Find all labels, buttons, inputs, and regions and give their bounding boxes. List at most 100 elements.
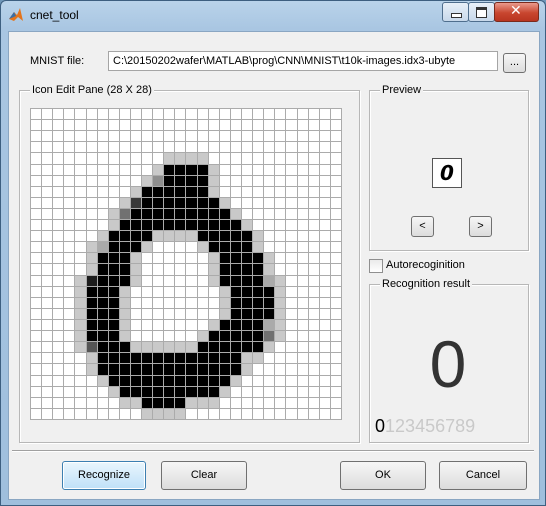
pixel-cell[interactable] <box>97 220 108 231</box>
pixel-cell[interactable] <box>86 308 97 320</box>
pixel-cell[interactable] <box>142 197 153 208</box>
pixel-cell[interactable] <box>264 164 275 175</box>
pixel-cell[interactable] <box>219 264 230 275</box>
pixel-cell[interactable] <box>308 331 319 342</box>
pixel-cell[interactable] <box>186 375 197 386</box>
pixel-cell[interactable] <box>53 120 64 131</box>
pixel-cell[interactable] <box>297 120 308 131</box>
pixel-cell[interactable] <box>97 408 108 419</box>
pixel-cell[interactable] <box>230 286 242 297</box>
pixel-cell[interactable] <box>64 286 75 297</box>
pixel-cell[interactable] <box>275 142 286 153</box>
pixel-cell[interactable] <box>264 242 275 253</box>
pixel-cell[interactable] <box>330 353 341 364</box>
pixel-cell[interactable] <box>186 353 197 364</box>
pixel-cell[interactable] <box>186 386 197 397</box>
pixel-cell[interactable] <box>64 397 75 408</box>
pixel-cell[interactable] <box>130 220 142 231</box>
pixel-cell[interactable] <box>175 353 186 364</box>
pixel-cell[interactable] <box>319 353 330 364</box>
pixel-cell[interactable] <box>308 153 319 164</box>
pixel-cell[interactable] <box>253 308 264 320</box>
pixel-cell[interactable] <box>219 242 230 253</box>
pixel-cell[interactable] <box>75 397 86 408</box>
pixel-cell[interactable] <box>230 386 242 397</box>
pixel-cell[interactable] <box>86 142 97 153</box>
pixel-cell[interactable] <box>175 253 186 264</box>
pixel-cell[interactable] <box>153 197 164 208</box>
pixel-cell[interactable] <box>119 297 130 308</box>
pixel-cell[interactable] <box>208 308 219 320</box>
pixel-cell[interactable] <box>108 231 119 242</box>
pixel-cell[interactable] <box>53 175 64 186</box>
pixel-cell[interactable] <box>219 386 230 397</box>
pixel-cell[interactable] <box>31 275 42 286</box>
pixel-cell[interactable] <box>164 186 175 197</box>
pixel-cell[interactable] <box>119 386 130 397</box>
pixel-cell[interactable] <box>53 264 64 275</box>
pixel-cell[interactable] <box>219 197 230 208</box>
pixel-cell[interactable] <box>208 331 219 342</box>
pixel-cell[interactable] <box>130 275 142 286</box>
pixel-cell[interactable] <box>153 208 164 220</box>
pixel-cell[interactable] <box>153 131 164 142</box>
maximize-button[interactable] <box>468 2 495 22</box>
pixel-cell[interactable] <box>64 342 75 353</box>
pixel-cell[interactable] <box>86 397 97 408</box>
pixel-cell[interactable] <box>75 220 86 231</box>
pixel-cell[interactable] <box>308 131 319 142</box>
pixel-cell[interactable] <box>130 353 142 364</box>
pixel-cell[interactable] <box>75 286 86 297</box>
pixel-cell[interactable] <box>219 364 230 375</box>
pixel-cell[interactable] <box>286 208 297 220</box>
pixel-cell[interactable] <box>208 186 219 197</box>
pixel-cell[interactable] <box>86 175 97 186</box>
pixel-cell[interactable] <box>86 197 97 208</box>
pixel-cell[interactable] <box>275 286 286 297</box>
pixel-cell[interactable] <box>97 153 108 164</box>
pixel-cell[interactable] <box>86 408 97 419</box>
pixel-cell[interactable] <box>230 397 242 408</box>
pixel-cell[interactable] <box>308 242 319 253</box>
pixel-cell[interactable] <box>242 308 253 320</box>
pixel-cell[interactable] <box>119 153 130 164</box>
pixel-cell[interactable] <box>297 297 308 308</box>
pixel-cell[interactable] <box>297 142 308 153</box>
pixel-cell[interactable] <box>264 109 275 120</box>
pixel-cell[interactable] <box>286 275 297 286</box>
pixel-cell[interactable] <box>42 297 53 308</box>
pixel-cell[interactable] <box>75 131 86 142</box>
pixel-cell[interactable] <box>253 120 264 131</box>
pixel-cell[interactable] <box>64 109 75 120</box>
pixel-cell[interactable] <box>31 286 42 297</box>
pixel-cell[interactable] <box>219 275 230 286</box>
pixel-cell[interactable] <box>119 308 130 320</box>
pixel-cell[interactable] <box>164 386 175 397</box>
pixel-cell[interactable] <box>164 364 175 375</box>
pixel-cell[interactable] <box>330 386 341 397</box>
pixel-cell[interactable] <box>75 109 86 120</box>
pixel-cell[interactable] <box>153 286 164 297</box>
pixel-cell[interactable] <box>286 320 297 331</box>
pixel-cell[interactable] <box>197 275 208 286</box>
pixel-cell[interactable] <box>97 164 108 175</box>
pixel-cell[interactable] <box>308 208 319 220</box>
pixel-cell[interactable] <box>64 320 75 331</box>
pixel-cell[interactable] <box>86 342 97 353</box>
pixel-cell[interactable] <box>97 286 108 297</box>
pixel-cell[interactable] <box>130 397 142 408</box>
pixel-cell[interactable] <box>253 109 264 120</box>
pixel-cell[interactable] <box>97 364 108 375</box>
pixel-cell[interactable] <box>264 142 275 153</box>
pixel-cell[interactable] <box>197 364 208 375</box>
pixel-cell[interactable] <box>297 264 308 275</box>
pixel-cell[interactable] <box>186 397 197 408</box>
pixel-cell[interactable] <box>108 375 119 386</box>
pixel-cell[interactable] <box>330 331 341 342</box>
pixel-cell[interactable] <box>319 264 330 275</box>
pixel-cell[interactable] <box>264 253 275 264</box>
pixel-cell[interactable] <box>253 186 264 197</box>
pixel-cell[interactable] <box>186 231 197 242</box>
pixel-cell[interactable] <box>319 286 330 297</box>
pixel-cell[interactable] <box>64 197 75 208</box>
